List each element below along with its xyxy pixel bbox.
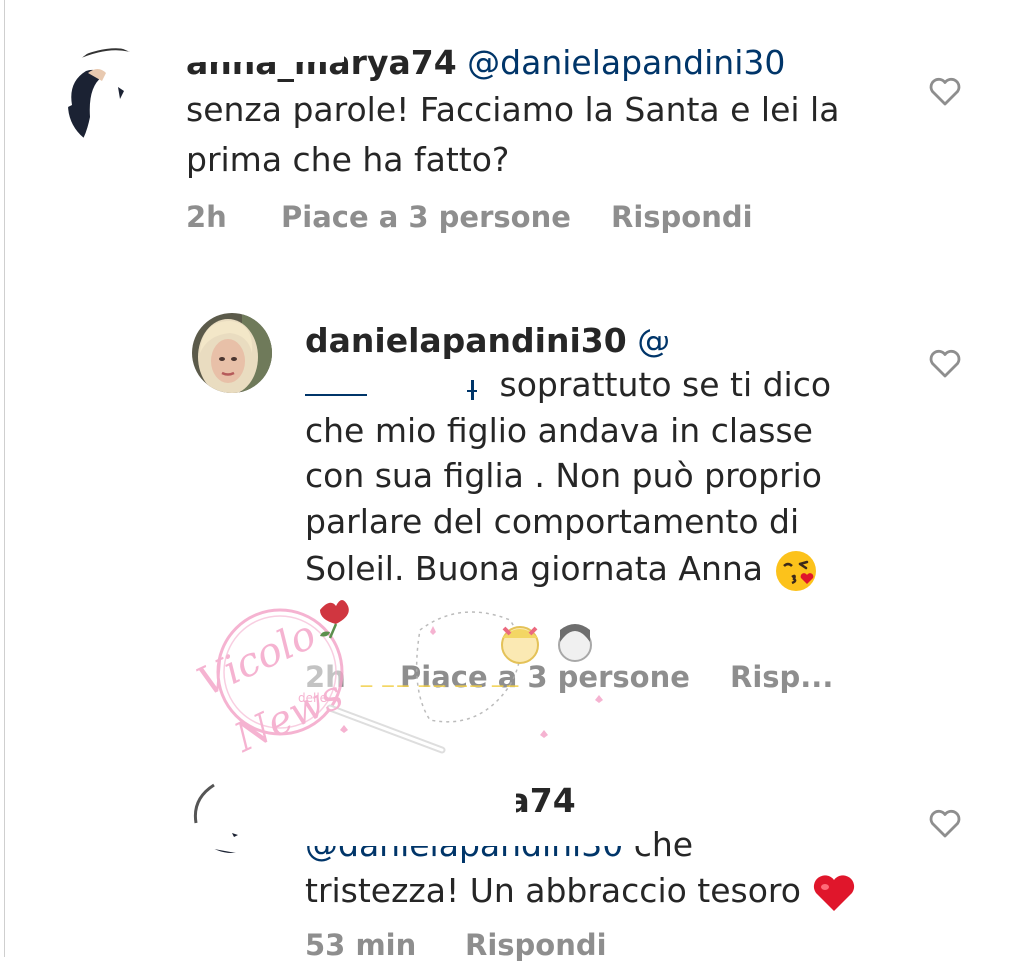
avatar-image — [192, 313, 272, 393]
heart-icon[interactable] — [928, 77, 962, 107]
comment-body-line-2: tristezza! Un abbraccio tesoro — [305, 868, 857, 914]
body-text: soprattuto se ti dico — [499, 365, 832, 404]
username-redaction — [184, 40, 344, 62]
body-text: Soleil. Buona giornata Anna — [305, 549, 764, 588]
likes-count[interactable]: Piace a 3 persone — [281, 200, 571, 234]
username-redaction — [298, 780, 516, 824]
avatar[interactable] — [192, 313, 272, 393]
body-text: tristezza! Un abbraccio tesoro — [305, 871, 801, 910]
avatar-image — [192, 773, 272, 853]
comment-body-line-1: senza parole! Facciamo la Santa e lei la — [186, 90, 840, 129]
comment-body-line-3: con sua figlia . Non può proprio — [305, 456, 822, 495]
comment-meta: 2h Piace a 3 persone Risp... — [305, 660, 865, 696]
mention-redaction — [300, 822, 650, 846]
comment-2: danielapandini30 @ soprattuto se ti dico… — [0, 300, 1024, 720]
comment-body-line-4: parlare del comportamento di — [305, 502, 800, 541]
timestamp: 2h — [305, 660, 346, 694]
reply-button[interactable]: Rispondi — [611, 200, 753, 234]
comment-meta: 53 min Rispondi — [305, 928, 705, 964]
username[interactable]: danielapandini30 — [305, 321, 627, 360]
red-heart-icon — [814, 874, 855, 911]
comment-body-line-5: Soleil. Buona giornata Anna — [305, 546, 818, 593]
avatar-image — [68, 47, 152, 147]
comment-header: danielapandini30 @ — [305, 318, 670, 364]
comment-3: anna_marya74 @danielapandini30 che trist… — [0, 760, 1024, 962]
comment-meta: 2h Piace a 3 persone Rispondi — [186, 200, 786, 236]
heart-icon[interactable] — [928, 809, 962, 839]
reply-button[interactable]: Risp... — [730, 660, 833, 694]
mention-redaction — [650, 326, 755, 336]
comment-body-line-1: soprattuto se ti dico — [305, 362, 831, 408]
avatar[interactable] — [192, 773, 272, 853]
avatar[interactable] — [68, 47, 152, 147]
comment-1: anna_marya74 @danielapandini30 senza par… — [0, 0, 1024, 250]
comment-body-line-2: prima che ha fatto? — [186, 140, 510, 179]
mention-link-continued[interactable] — [305, 372, 489, 402]
timestamp: 2h — [186, 200, 227, 234]
likes-count[interactable]: Piace a 3 persone — [400, 660, 690, 694]
face-blowing-kiss-icon — [775, 550, 816, 591]
comment-body-line-2: che mio figlio andava in classe — [305, 411, 813, 450]
mention-link[interactable]: @danielapandini30 — [467, 43, 785, 82]
heart-icon[interactable] — [928, 349, 962, 379]
